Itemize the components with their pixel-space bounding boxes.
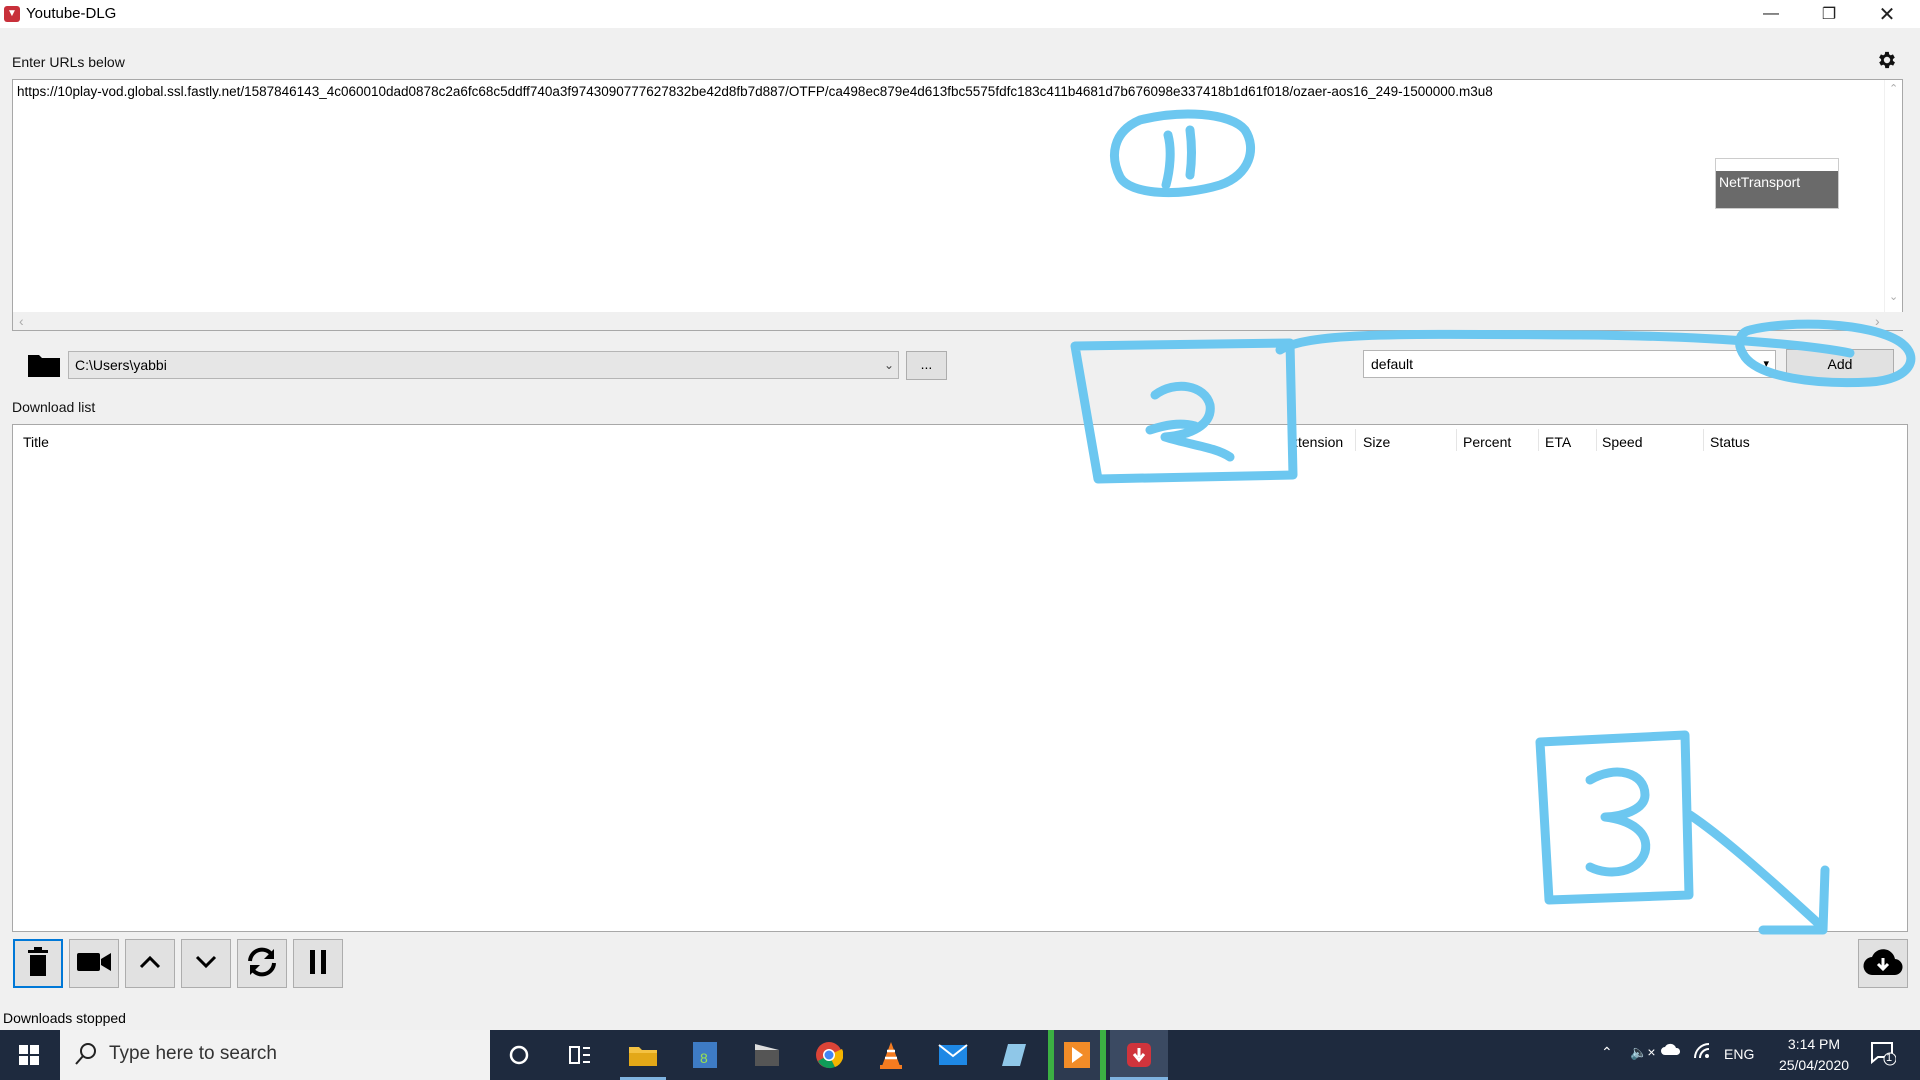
search-icon [74,1042,98,1070]
task-view-icon[interactable] [551,1030,609,1080]
urls-label: Enter URLs below [12,54,125,70]
search-placeholder: Type here to search [109,1043,277,1064]
download-list-label: Download list [12,399,96,415]
youtube-dlg-taskbar-icon[interactable] [1110,1030,1168,1080]
status-bar-text: Downloads stopped [3,1010,126,1026]
volume-muted-icon[interactable]: 🔈× [1630,1044,1656,1061]
title-bar: ▼ Youtube-DLG — ❐ ✕ [0,0,1920,28]
notes-app-icon[interactable] [986,1030,1044,1080]
pause-icon [308,949,328,978]
taskbar-search-box[interactable]: Type here to search [60,1030,490,1080]
vlc-icon[interactable] [862,1030,920,1080]
column-size[interactable]: Size [1363,434,1390,450]
dropdown-arrow-icon[interactable]: ▾ [1763,351,1769,377]
window-title: Youtube-DLG [26,5,117,22]
svg-text:8: 8 [700,1050,708,1066]
scroll-right-icon[interactable]: › [1875,313,1880,329]
folder-icon[interactable] [27,352,61,378]
column-eta[interactable]: ETA [1545,434,1571,450]
delete-button[interactable] [13,939,63,988]
scroll-left-icon[interactable]: ‹ [19,313,24,329]
download-button[interactable] [1858,939,1908,988]
scroll-up-icon[interactable]: ⌃ [1889,82,1898,95]
play-video-button[interactable] [69,939,119,988]
notification-count: 1 [1886,1052,1893,1064]
url-text: https://10play-vod.global.ssl.fastly.net… [17,84,1493,99]
close-button[interactable]: ✕ [1858,0,1916,28]
format-value: default [1371,356,1414,372]
vertical-scrollbar[interactable]: ⌃ ⌄ [1884,80,1902,312]
nettransport-popup[interactable]: NetTransport [1715,158,1839,209]
onedrive-icon[interactable] [1660,1042,1682,1059]
windows-start-icon[interactable] [0,1030,58,1080]
browse-button[interactable]: ... [906,351,947,380]
save-path-value: C:\Users\yabbi [75,357,167,373]
scroll-down-icon[interactable]: ⌄ [1889,290,1898,303]
column-divider [1355,429,1356,451]
cortana-icon[interactable] [490,1030,548,1080]
show-hidden-icons-icon[interactable]: ⌃ [1601,1044,1613,1061]
column-divider [1703,429,1704,451]
clock-date[interactable]: 25/04/2020 [1764,1057,1864,1073]
column-percent[interactable]: Percent [1463,434,1511,450]
move-down-button[interactable] [181,939,231,988]
column-divider [1456,429,1457,451]
restore-button[interactable]: ❐ [1800,0,1858,28]
file-explorer-icon[interactable] [614,1030,672,1080]
video-camera-icon [77,951,111,977]
refresh-icon [245,947,279,981]
taskbar: Type here to search 8 ⌃ 🔈× ENG 3:14 PM 2… [0,1030,1920,1080]
horizontal-scrollbar[interactable]: ‹ › [13,312,1904,330]
move-up-button[interactable] [125,939,175,988]
url-textarea[interactable]: https://10play-vod.global.ssl.fastly.net… [12,79,1904,331]
cloud-download-icon [1863,947,1903,981]
column-extension[interactable]: xtension [1291,434,1343,450]
column-divider [1596,429,1597,451]
column-divider [1538,429,1539,451]
language-indicator[interactable]: ENG [1724,1046,1754,1062]
reload-button[interactable] [237,939,287,988]
save-path-combobox[interactable]: C:\Users\yabbi ⌄ [68,351,899,379]
format-combobox[interactable]: default ▾ [1363,350,1776,378]
download-list-table[interactable]: Title xtension Size Percent ETA Speed St… [12,424,1908,932]
movie-maker-icon[interactable] [738,1030,796,1080]
column-speed[interactable]: Speed [1602,434,1642,450]
clock-time[interactable]: 3:14 PM [1779,1036,1849,1052]
column-title[interactable]: Title [23,434,49,450]
wifi-icon[interactable] [1693,1042,1711,1063]
chevron-up-icon [139,955,161,973]
mail-icon[interactable] [924,1030,982,1080]
nettransport-app-icon[interactable] [1048,1030,1106,1080]
youtube-dlg-icon: ▼ [4,6,20,22]
chrome-icon[interactable] [800,1030,858,1080]
settings-gear-icon[interactable] [1876,49,1898,71]
nettransport-label: NetTransport [1716,171,1838,208]
minimize-button[interactable]: — [1742,0,1800,28]
calculator-app-icon[interactable]: 8 [676,1030,734,1080]
pause-button[interactable] [293,939,343,988]
trash-icon [26,946,50,981]
add-button[interactable]: Add [1786,349,1894,380]
column-status[interactable]: Status [1710,434,1750,450]
chevron-down-icon[interactable]: ⌄ [884,352,894,378]
chevron-down-icon [195,955,217,973]
